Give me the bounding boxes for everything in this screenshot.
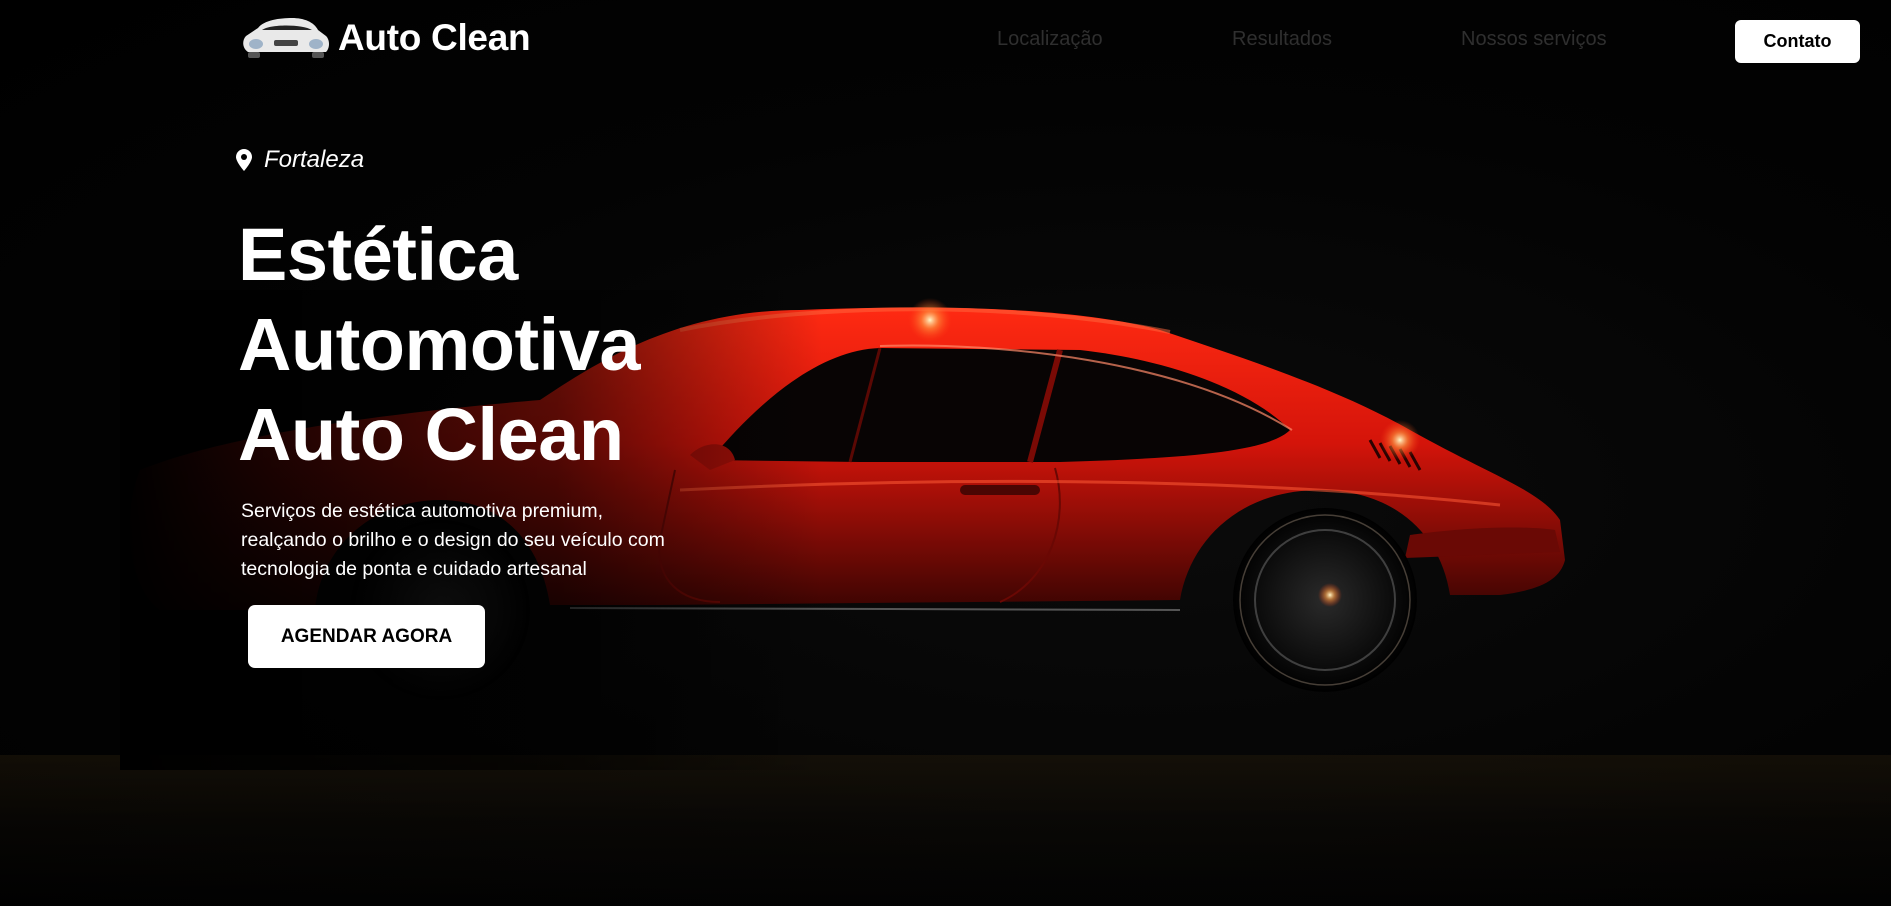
location-text: Fortaleza [264, 146, 365, 173]
nav-link-resultados[interactable]: Resultados [1232, 28, 1332, 51]
nav-link-nossos-servicos[interactable]: Nossos serviços [1461, 28, 1607, 51]
hero-title-line: Automotiva [238, 303, 641, 386]
hero-description-line: realçando o brilho e o design do seu veí… [241, 529, 665, 551]
car-front-icon [243, 18, 329, 58]
landing-page: Auto Clean Localização Resultados Nossos… [0, 0, 1891, 906]
hero-title: Estética Automotiva Auto Clean [238, 210, 641, 480]
schedule-now-button[interactable]: AGENDAR AGORA [248, 605, 485, 668]
hero-description-line: tecnologia de ponta e cuidado artesanal [241, 558, 587, 580]
hero-title-line: Auto Clean [238, 393, 624, 476]
contact-button[interactable]: Contato [1735, 20, 1860, 63]
brand[interactable]: Auto Clean [240, 14, 531, 62]
hero-description-line: Serviços de estética automotiva premium, [241, 500, 603, 522]
hero-description: Serviços de estética automotiva premium,… [241, 497, 741, 584]
map-pin-icon [236, 149, 252, 171]
location: Fortaleza [236, 146, 364, 174]
hero-title-line: Estética [238, 213, 518, 296]
site-header: Auto Clean Localização Resultados Nossos… [0, 0, 1891, 90]
floor-glow [0, 755, 1891, 906]
brand-name: Auto Clean [338, 17, 531, 58]
nav-link-localizacao[interactable]: Localização [997, 28, 1103, 51]
